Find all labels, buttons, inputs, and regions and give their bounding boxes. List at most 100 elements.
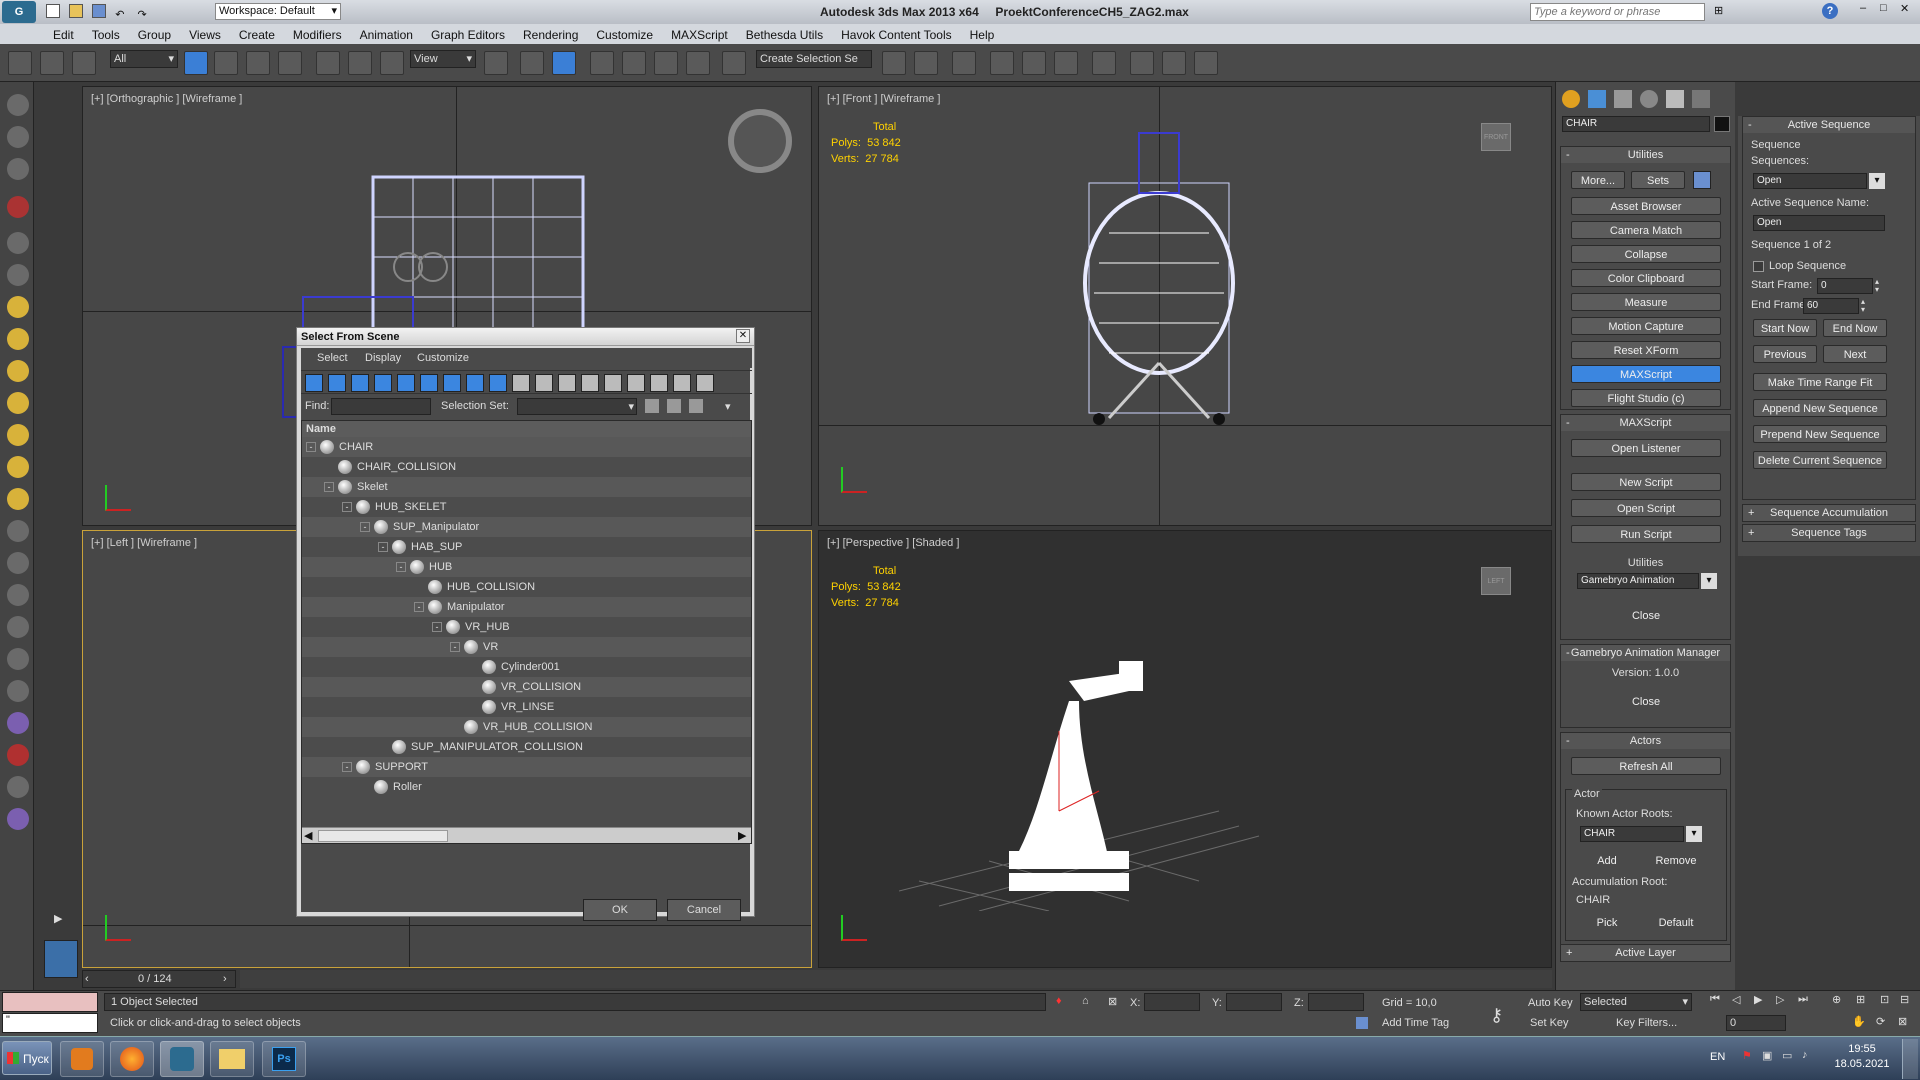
viewcube-icon[interactable]: LEFT (1481, 567, 1511, 595)
collapse-icon[interactable]: - (324, 482, 334, 493)
configure-sets-icon[interactable] (1693, 171, 1711, 189)
auto-key-button[interactable]: Auto Key (1528, 997, 1573, 1009)
menu-views[interactable]: Views (180, 24, 230, 42)
loop-sequence-checkbox[interactable] (1753, 261, 1764, 272)
sequence-accumulation-title[interactable]: + Sequence Accumulation (1743, 505, 1915, 521)
viewport-label[interactable]: [+] [Orthographic ] [Wireframe ] (91, 93, 242, 105)
play-expand-icon[interactable]: ▶ (54, 912, 62, 925)
menu-display[interactable]: Display (365, 352, 401, 364)
object-visibility-icon[interactable] (338, 460, 352, 475)
selection-filter-dropdown[interactable]: All ▾ (110, 50, 178, 68)
selection-set-dropdown[interactable]: ▾ (517, 398, 637, 415)
utility-button-maxscript[interactable]: MAXScript (1571, 365, 1721, 383)
schematic-view-icon[interactable] (1054, 51, 1078, 75)
firefox-icon[interactable] (110, 1041, 154, 1077)
remove-button[interactable]: Remove (1646, 852, 1706, 870)
collapse-icon[interactable]: - (342, 762, 352, 773)
close-button[interactable]: ✕ (1900, 2, 1909, 15)
create-tab-icon[interactable] (1562, 90, 1580, 108)
maxscript-rollout-title[interactable]: - MAXScript (1561, 415, 1730, 431)
delete-current-sequence-button[interactable]: Delete Current Sequence (1753, 451, 1887, 469)
object-visibility-icon[interactable] (482, 680, 496, 695)
object-visibility-icon[interactable] (446, 620, 460, 635)
actor-root-select[interactable]: CHAIR (1580, 826, 1684, 842)
tool-icon-4[interactable] (7, 196, 29, 218)
filter-invert-icon[interactable] (627, 374, 645, 392)
filter-sort-icon[interactable] (650, 374, 668, 392)
clock[interactable]: 19:55 18.05.2021 (1832, 1042, 1892, 1072)
tree-node[interactable]: - SUPPORT (302, 757, 751, 777)
tree-node[interactable]: - HUB (302, 557, 751, 577)
tool-icon-10[interactable] (7, 392, 29, 414)
ok-button[interactable]: OK (583, 899, 657, 921)
tree-node[interactable]: - SUP_Manipulator (302, 517, 751, 537)
align-icon[interactable] (914, 51, 938, 75)
unlink-icon[interactable] (40, 51, 64, 75)
menu-customize[interactable]: Customize (417, 352, 469, 364)
new-file-icon[interactable] (46, 4, 60, 18)
redo-icon[interactable]: ↷ (137, 9, 146, 21)
collapse-icon[interactable]: - (396, 562, 406, 573)
menu-group[interactable]: Group (129, 24, 180, 42)
actors-rollout-title[interactable]: - Actors (1561, 733, 1730, 749)
tree-node[interactable]: VR_COLLISION (302, 677, 751, 697)
dialog-title-bar[interactable]: Select From Scene ✕ (297, 328, 754, 346)
sets-button[interactable]: Sets (1631, 171, 1685, 189)
make-time-range-fit-button[interactable]: Make Time Range Fit (1753, 373, 1887, 391)
maxscript-input[interactable]: " (2, 1013, 98, 1033)
cancel-button[interactable]: Cancel (667, 899, 741, 921)
keyboard-shortcut-override-icon[interactable] (552, 51, 576, 75)
tool-icon-19[interactable] (7, 680, 29, 702)
tree-node[interactable]: - Manipulator (302, 597, 751, 617)
rectangular-selection-icon[interactable] (246, 51, 270, 75)
pan-icon[interactable]: ✋ (1852, 1015, 1866, 1028)
menu-modifiers[interactable]: Modifiers (284, 24, 351, 42)
default-button[interactable]: Default (1646, 914, 1706, 932)
key-filters-button[interactable]: Key Filters... (1616, 1017, 1677, 1029)
run-script-button[interactable]: Run Script (1571, 525, 1721, 543)
object-visibility-icon[interactable] (338, 480, 352, 495)
end-frame-spinner[interactable]: ▴ ▾ (1861, 298, 1865, 314)
object-visibility-icon[interactable] (356, 500, 370, 515)
viewport-label[interactable]: [+] [Left ] [Wireframe ] (91, 537, 197, 549)
object-visibility-icon[interactable] (482, 700, 496, 715)
tool-icon-9[interactable] (7, 360, 29, 382)
tree-node[interactable]: CHAIR_COLLISION (302, 457, 751, 477)
tool-icon-17[interactable] (7, 616, 29, 638)
viewport-label[interactable]: [+] [Perspective ] [Shaded ] (827, 537, 959, 549)
manipulate-icon[interactable] (520, 51, 544, 75)
filter-lights-icon[interactable] (351, 374, 369, 392)
3dsmax-icon[interactable] (160, 1041, 204, 1077)
named-selection-sets-dropdown[interactable]: Create Selection Se (756, 50, 872, 68)
graphite-tools-icon[interactable] (990, 51, 1014, 75)
object-name-field[interactable]: CHAIR (1562, 116, 1710, 132)
menu-tools[interactable]: Tools (83, 24, 129, 42)
chevron-down-icon[interactable]: ▾ (1869, 173, 1885, 189)
add-time-tag-icon[interactable] (1356, 1017, 1368, 1029)
tree-node[interactable]: Roller (302, 777, 751, 797)
tree-node[interactable]: - CHAIR (302, 437, 751, 457)
menu-bethesda-utils[interactable]: Bethesda Utils (737, 24, 832, 42)
tree-node[interactable]: - Skelet (302, 477, 751, 497)
new-script-button[interactable]: New Script (1571, 473, 1721, 491)
filter-groups-icon[interactable] (443, 374, 461, 392)
next-frame-icon[interactable]: ▷ (1776, 993, 1784, 1006)
scroll-right-icon[interactable]: ▶ (738, 829, 746, 842)
utility-button-collapse[interactable]: Collapse (1571, 245, 1721, 263)
refresh-all-button[interactable]: Refresh All (1571, 757, 1721, 775)
collapse-icon[interactable]: - (450, 642, 460, 653)
next-button[interactable]: Next (1823, 345, 1887, 363)
menu-help[interactable]: Help (961, 24, 1004, 42)
close-button[interactable]: Close (1616, 693, 1676, 711)
tool-icon-22[interactable] (7, 776, 29, 798)
render-setup-icon[interactable] (1130, 51, 1154, 75)
tool-icon-2[interactable] (7, 126, 29, 148)
select-by-name-icon[interactable] (214, 51, 238, 75)
tool-icon-16[interactable] (7, 584, 29, 606)
object-visibility-icon[interactable] (428, 600, 442, 615)
utilities-tab-icon[interactable] (1692, 90, 1710, 108)
time-prev-icon[interactable]: ‹ (85, 973, 89, 985)
filter-hidden-icon[interactable] (558, 374, 576, 392)
utility-select[interactable]: Gamebryo Animation (1577, 573, 1699, 589)
material-editor-icon[interactable] (1092, 51, 1116, 75)
